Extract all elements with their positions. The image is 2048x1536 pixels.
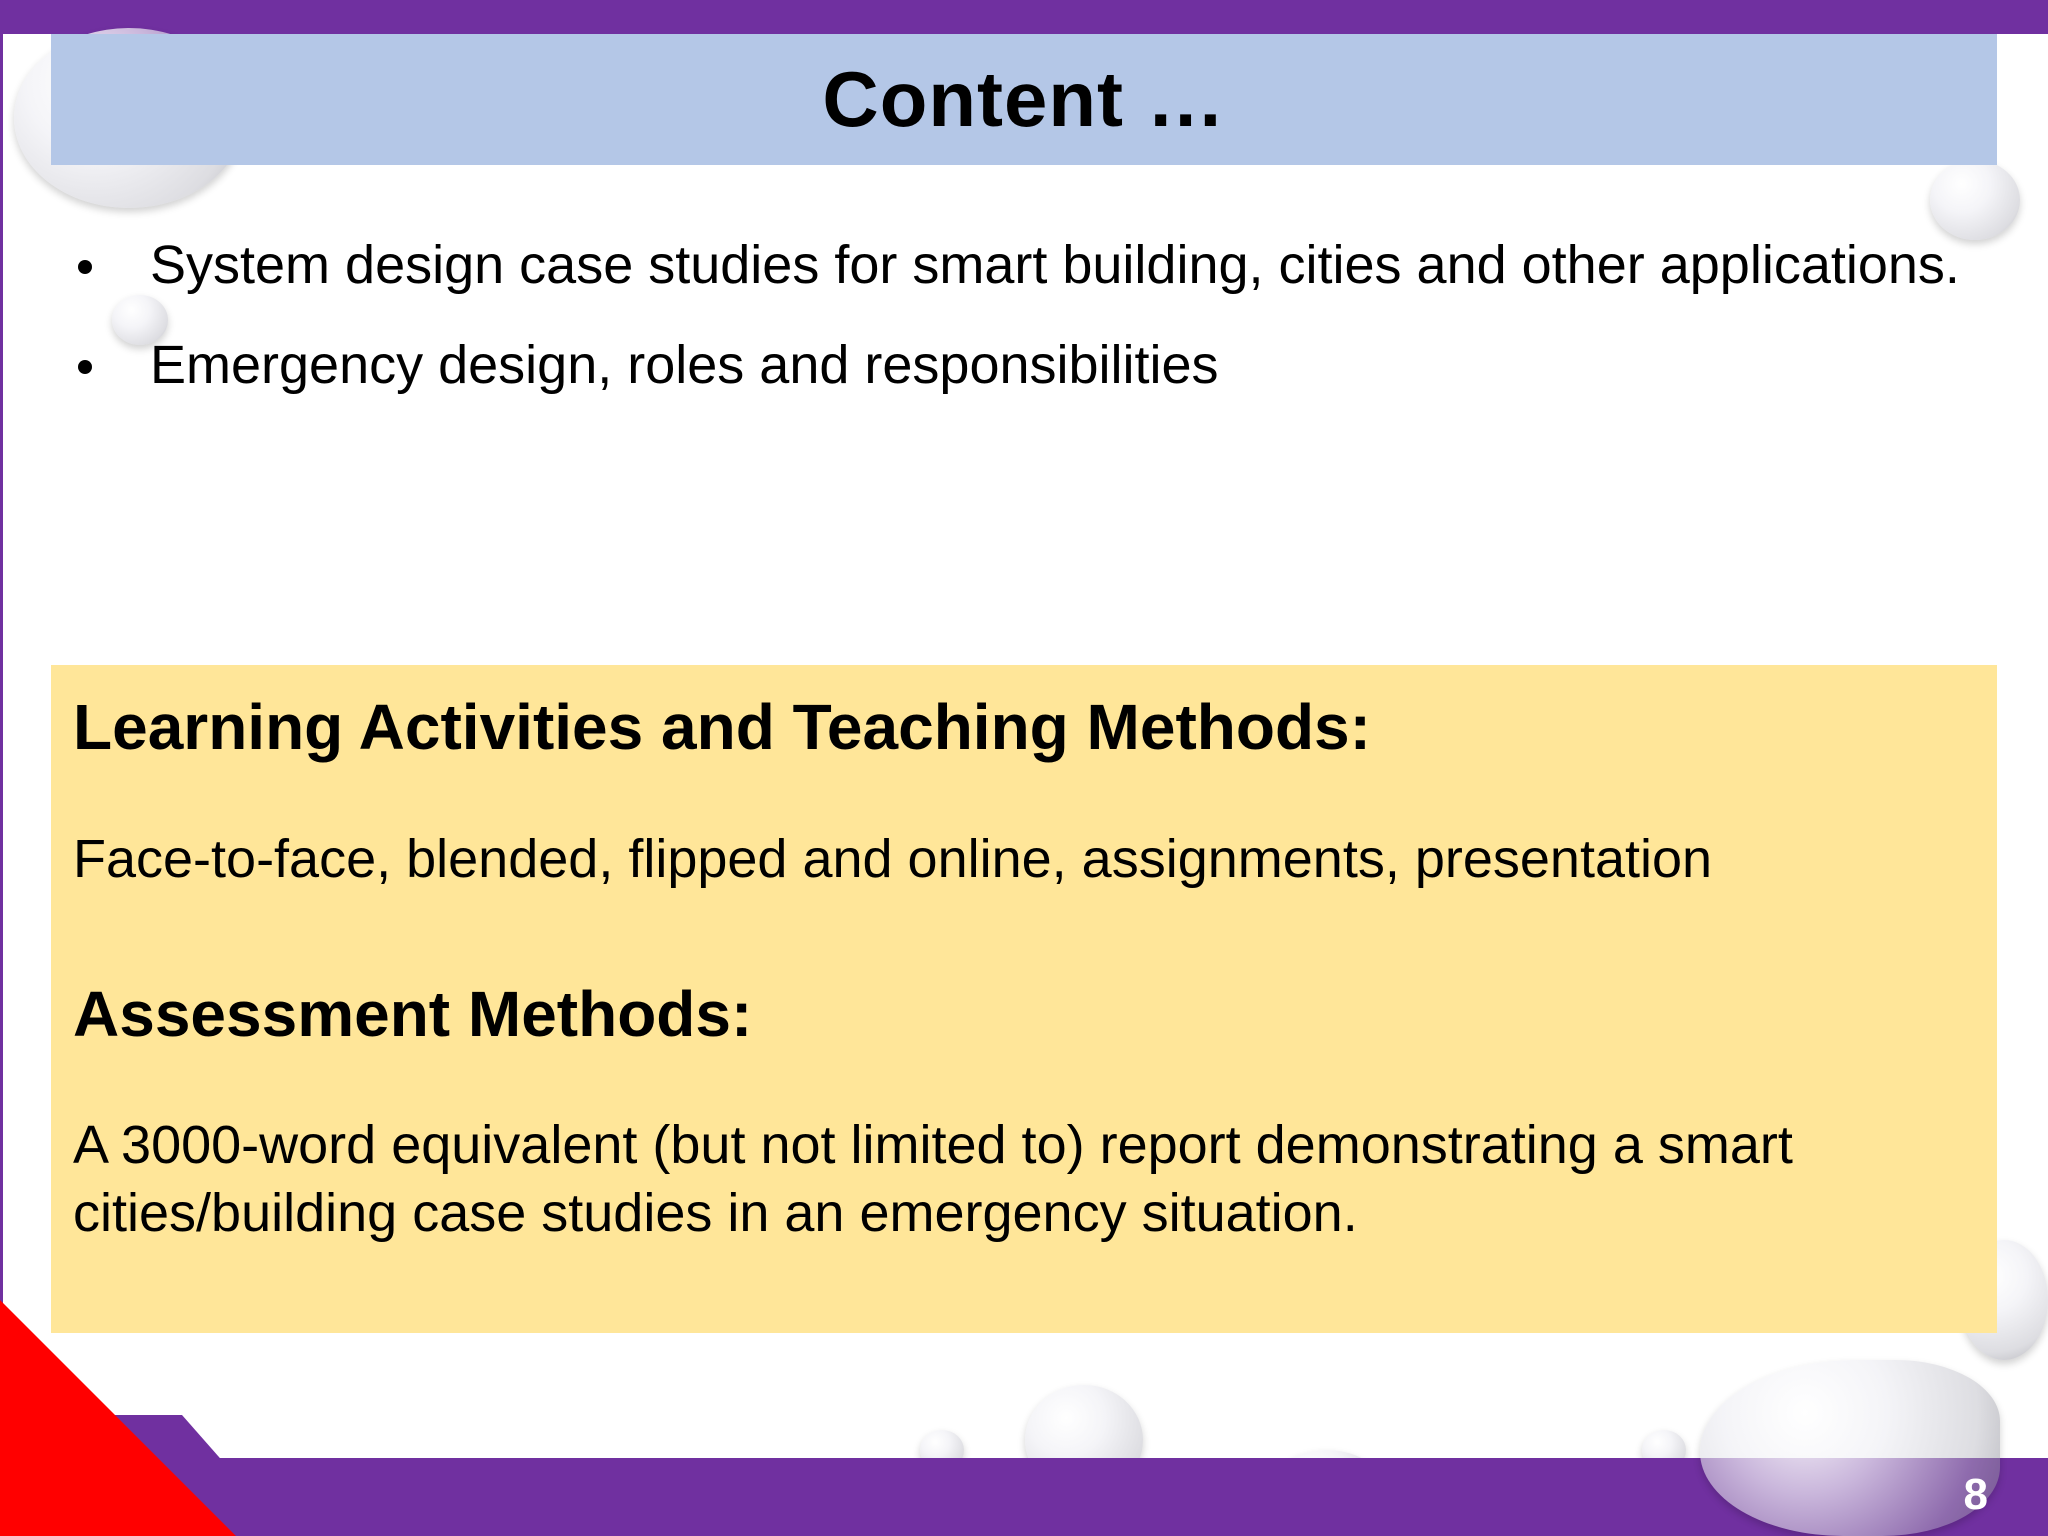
bullet-dot-icon bbox=[78, 260, 92, 274]
bullet-item: Emergency design, roles and responsibili… bbox=[60, 325, 1980, 405]
page-number: 8 bbox=[1963, 1470, 1988, 1519]
content-bullet-list: System design case studies for smart bui… bbox=[60, 225, 1980, 405]
assessment-methods-text: A 3000-word equivalent (but not limited … bbox=[73, 1115, 1793, 1243]
methods-info-box: Learning Activities and Teaching Methods… bbox=[51, 665, 1997, 1333]
learning-activities-heading: Learning Activities and Teaching Methods… bbox=[73, 691, 1371, 763]
title-band: Content … bbox=[51, 34, 1997, 165]
bullet-item: System design case studies for smart bui… bbox=[60, 225, 1980, 305]
bullet-dot-icon bbox=[78, 360, 92, 374]
slide-title: Content … bbox=[822, 55, 1226, 143]
assessment-methods-heading: Assessment Methods: bbox=[73, 978, 753, 1050]
bullet-text: Emergency design, roles and responsibili… bbox=[150, 335, 1219, 395]
left-frame-edge bbox=[0, 34, 3, 1484]
bullet-text: System design case studies for smart bui… bbox=[150, 235, 1960, 295]
learning-activities-text: Face-to-face, blended, flipped and onlin… bbox=[73, 829, 1713, 889]
water-drop-decoration bbox=[1700, 1360, 2000, 1536]
top-frame-bar bbox=[0, 0, 2048, 34]
